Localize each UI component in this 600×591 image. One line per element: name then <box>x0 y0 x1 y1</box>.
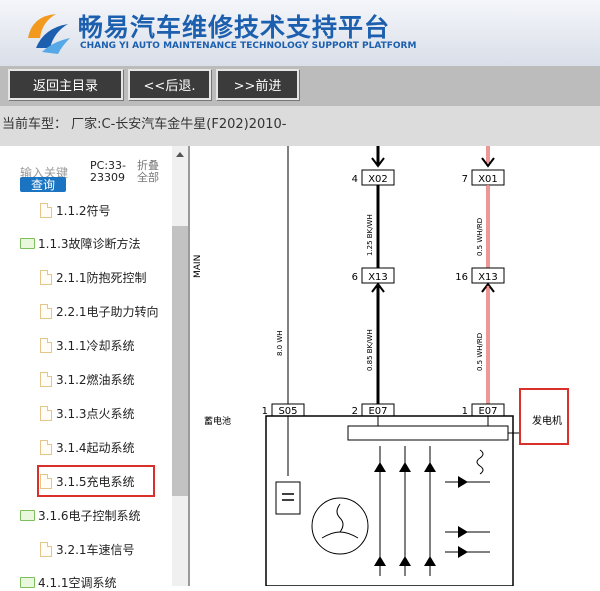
wire-label-4: 0.5 WH/RD <box>476 333 484 371</box>
tree-item-1-1-2[interactable]: 1.1.2符号 <box>40 201 111 219</box>
current-vehicle-text: 当前车型： 厂家:C-长安汽车金牛星(F202)2010- <box>2 117 287 132</box>
field-coil <box>476 449 484 475</box>
wire-label-3: 0.85 BK/WH <box>366 329 374 371</box>
nav-toolbar: 返回主目录 <<后退. >>前进 <box>0 66 600 106</box>
battery-label: 蓄电池 <box>204 415 231 427</box>
tree-item-3-1-2[interactable]: 3.1.2燃油系统 <box>40 370 135 388</box>
connector-x13-b-label: X13 <box>478 272 498 283</box>
connector-x01-label: X01 <box>478 174 498 185</box>
generator-housing <box>265 415 514 587</box>
tree-item-2-1-1[interactable]: 2.1.1防抱死控制 <box>40 268 147 286</box>
capacitor <box>275 481 301 515</box>
sidebar-tree: 输入关键 查询 PC:33- 23309 折叠 全部 1.1.2符号 1.1.3… <box>0 146 188 590</box>
pin-7-label: 7 <box>462 174 468 185</box>
scrollbar-thumb[interactable] <box>172 226 188 496</box>
folder-icon <box>20 509 35 521</box>
folder-icon <box>20 237 35 249</box>
pin-4-label: 4 <box>352 174 358 185</box>
file-icon <box>40 439 52 455</box>
file-icon <box>40 405 52 421</box>
file-icon <box>40 371 52 387</box>
changyi-logo-icon <box>28 14 70 54</box>
scroll-up-icon[interactable] <box>176 152 184 157</box>
tree-folder-1-1-3[interactable]: 1.1.3故障诊断方法 <box>20 234 141 252</box>
stator-winding <box>311 497 369 555</box>
tree-item-3-2-1[interactable]: 3.2.1车速信号 <box>40 540 135 558</box>
wire-label-2: 0.5 WH/RD <box>476 218 484 256</box>
file-icon <box>40 541 52 557</box>
wiring-diagram: X02 4 X01 7 1.25 BK/WH 0.5 WH/RD X13 6 X… <box>190 146 600 587</box>
home-button[interactable]: 返回主目录 <box>8 69 123 100</box>
file-icon <box>40 337 52 353</box>
tree-item-3-1-1[interactable]: 3.1.1冷却系统 <box>40 336 135 354</box>
tree-item-3-1-3[interactable]: 3.1.3点火系统 <box>40 404 135 422</box>
tree-folder-4-1-1[interactable]: 4.1.1空调系统 <box>20 573 117 591</box>
wire-label-5: 8.0 WH <box>276 330 284 356</box>
connector-x02-label: X02 <box>368 174 388 185</box>
tree-item-2-2-1[interactable]: 2.2.1电子助力转向 <box>40 302 159 320</box>
tree-folder-3-1-6[interactable]: 3.1.6电子控制系统 <box>20 506 141 524</box>
pc-info: PC:33- 23309 <box>90 159 126 184</box>
app-title: 畅易汽车维修技术支持平台 <box>78 13 391 42</box>
back-button[interactable]: <<后退. <box>128 69 211 100</box>
connector-x13-a-label: X13 <box>368 272 388 283</box>
vehicle-info-bar: 当前车型： 厂家:C-长安汽车金牛星(F202)2010- <box>0 106 600 146</box>
file-icon <box>40 202 52 218</box>
app-header: 畅易汽车维修技术支持平台 CHANG YI AUTO MAINTENANCE T… <box>0 0 600 66</box>
rectifier-diodes <box>374 446 490 576</box>
file-icon <box>40 269 52 285</box>
generator-terminal-bar <box>347 425 509 441</box>
fold-all-link[interactable]: 折叠 全部 <box>137 160 159 184</box>
tree-item-3-1-4[interactable]: 3.1.4起动系统 <box>40 438 135 456</box>
app-subtitle: CHANG YI AUTO MAINTENANCE TECHNOLOGY SUP… <box>80 41 417 51</box>
search-button[interactable]: 查询 <box>20 177 66 192</box>
generator-label: 发电机 <box>532 414 562 427</box>
wiring-diagram-svg: X02 4 X01 7 1.25 BK/WH 0.5 WH/RD X13 6 X… <box>193 146 569 587</box>
pin-6-label: 6 <box>352 272 358 283</box>
selected-item-highlight <box>37 465 155 497</box>
forward-button[interactable]: >>前进 <box>216 69 299 100</box>
main-label: MAIN <box>193 255 203 278</box>
wire-label-1: 1.25 BK/WH <box>366 214 374 256</box>
sidebar-scrollbar[interactable] <box>172 146 188 586</box>
pin-16-label: 16 <box>455 272 468 283</box>
file-icon <box>40 303 52 319</box>
